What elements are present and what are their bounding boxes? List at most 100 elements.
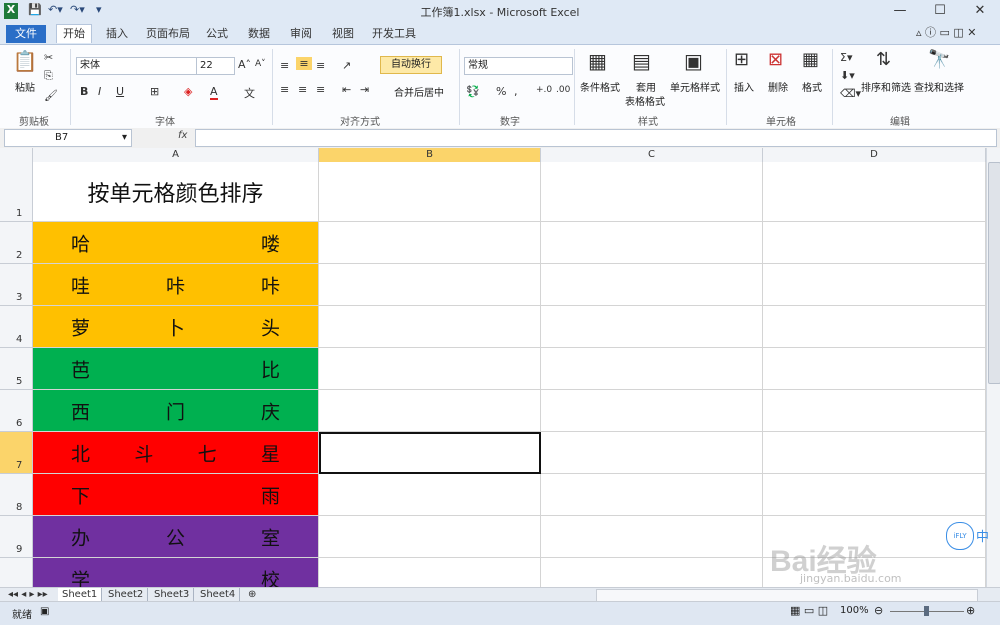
number-format-combo[interactable]: 常规 [464,57,573,75]
cell-d6[interactable] [763,390,986,432]
cell-styles-icon[interactable]: ▣ [684,49,703,73]
cell-c4[interactable] [541,306,763,348]
font-name-combo[interactable]: 宋体 [76,57,197,75]
row-header[interactable]: 2 [0,222,33,264]
macro-record-icon[interactable]: ▣ [40,606,49,617]
cell-a7[interactable]: 北斗七星 [33,432,319,474]
bold-button[interactable]: B [80,85,88,98]
view-buttons[interactable]: ▦ ▭ ◫ [790,604,828,617]
select-all-corner[interactable] [0,148,33,162]
tab-page-layout[interactable]: 页面布局 [140,25,196,43]
insert-cells-button[interactable]: 插入 [730,79,758,94]
underline-button[interactable]: U [116,85,124,98]
row-header[interactable]: 10 [0,558,33,587]
clear-icon[interactable]: ⌫▾ [840,87,861,100]
sheet-nav-icon[interactable]: ◂◂ ◂ ▸ ▸▸ [4,588,52,601]
column-header-a[interactable]: A [33,148,319,162]
conditional-format-button[interactable]: 条件格式 [578,79,622,94]
tab-review[interactable]: 审阅 [284,25,318,43]
name-box[interactable]: B7 ▾ [4,129,132,147]
cell-a3[interactable]: 哇咔咔 [33,264,319,306]
row-header[interactable]: 8 [0,474,33,516]
align-right-icon[interactable]: ≡ [316,83,325,96]
align-middle-icon[interactable]: ≡ [296,57,312,70]
font-color-icon[interactable]: A [210,85,218,100]
cell-c5[interactable] [541,348,763,390]
delete-cells-icon[interactable]: ⊠ [768,49,783,70]
cell-styles-button[interactable]: 单元格样式 [668,79,722,94]
row-header[interactable]: 7 [0,432,33,474]
sheet-tab-1[interactable]: Sheet1 [58,588,103,601]
tab-view[interactable]: 视图 [326,25,360,43]
delete-cells-button[interactable]: 删除 [764,79,792,94]
cut-icon[interactable]: ✂ [44,51,53,64]
cell-c7[interactable] [541,432,763,474]
border-icon[interactable]: ⊞ [150,85,159,98]
decrease-decimal-icon[interactable]: .00 [556,85,570,95]
zoom-in-icon[interactable]: ⊕ [966,604,975,617]
sheet-tab-2[interactable]: Sheet2 [104,588,149,601]
zoom-out-icon[interactable]: ⊖ [874,604,883,617]
cell-d3[interactable] [763,264,986,306]
cell-b9[interactable] [319,516,541,558]
paste-icon[interactable]: 📋 [12,49,38,73]
orientation-icon[interactable]: ↗ [342,59,351,72]
cell-c2[interactable] [541,222,763,264]
table-format-button-line2[interactable]: 表格格式 [620,93,670,108]
zoom-level[interactable]: 100% [840,605,869,616]
cell-c10[interactable] [541,558,763,587]
sheet-tab-4[interactable]: Sheet4 [196,588,241,601]
cell-b1[interactable] [319,162,541,222]
cell-b2[interactable] [319,222,541,264]
fill-icon[interactable]: ⬇▾ [840,69,855,82]
copy-icon[interactable]: ⎘ [44,69,53,83]
minimize-button[interactable]: — [880,0,920,22]
increase-decimal-icon[interactable]: +.0 [536,85,552,95]
tab-formulas[interactable]: 公式 [200,25,234,43]
sort-filter-icon[interactable]: ⇅ [876,49,891,70]
cell-b8[interactable] [319,474,541,516]
align-center-icon[interactable]: ≡ [298,83,307,96]
insert-cells-icon[interactable]: ⊞ [734,49,749,70]
cell-a4[interactable]: 萝卜头 [33,306,319,348]
vertical-scroll-thumb[interactable] [988,162,1000,384]
cell-a2[interactable]: 哈喽 [33,222,319,264]
column-header-d[interactable]: D [763,148,986,162]
row-header[interactable]: 3 [0,264,33,306]
find-select-icon[interactable]: 🔭 [928,49,950,70]
cell-a8[interactable]: 下雨 [33,474,319,516]
row-header[interactable]: 5 [0,348,33,390]
row-header[interactable]: 6 [0,390,33,432]
cell-b6[interactable] [319,390,541,432]
italic-button[interactable]: I [98,85,101,98]
align-left-icon[interactable]: ≡ [280,83,289,96]
row-header[interactable]: 9 [0,516,33,558]
close-button[interactable]: ✕ [960,0,1000,22]
table-format-button[interactable]: 套用 [628,79,664,94]
cell-b5[interactable] [319,348,541,390]
row-header[interactable]: 1 [0,162,33,222]
cell-b3[interactable] [319,264,541,306]
align-top-icon[interactable]: ≡ [280,59,289,72]
tab-developer[interactable]: 开发工具 [366,25,422,43]
decrease-indent-icon[interactable]: ⇤ [342,83,351,96]
phonetic-icon[interactable]: 文 [244,85,255,101]
row-header[interactable]: 4 [0,306,33,348]
tab-insert[interactable]: 插入 [100,25,134,43]
cell-d1[interactable] [763,162,986,222]
paste-button[interactable]: 粘贴 [10,79,40,94]
zoom-slider-thumb[interactable] [924,606,929,616]
grow-font-icon[interactable]: A˄ [238,58,251,71]
selected-cell-b7[interactable] [319,432,541,474]
percent-button[interactable]: % [496,85,506,98]
cell-a5[interactable]: 芭比 [33,348,319,390]
sort-filter-button[interactable]: 排序和筛选 [860,79,912,94]
currency-icon[interactable]: 💱 [466,85,480,98]
cell-a10[interactable]: 学校 [33,558,319,587]
cell-c1[interactable] [541,162,763,222]
vertical-scrollbar[interactable] [986,148,1000,587]
column-header-c[interactable]: C [541,148,763,162]
ime-mode[interactable]: 中 [976,526,989,545]
maximize-button[interactable]: ☐ [920,0,960,22]
fill-color-icon[interactable]: ◈ [184,85,192,98]
